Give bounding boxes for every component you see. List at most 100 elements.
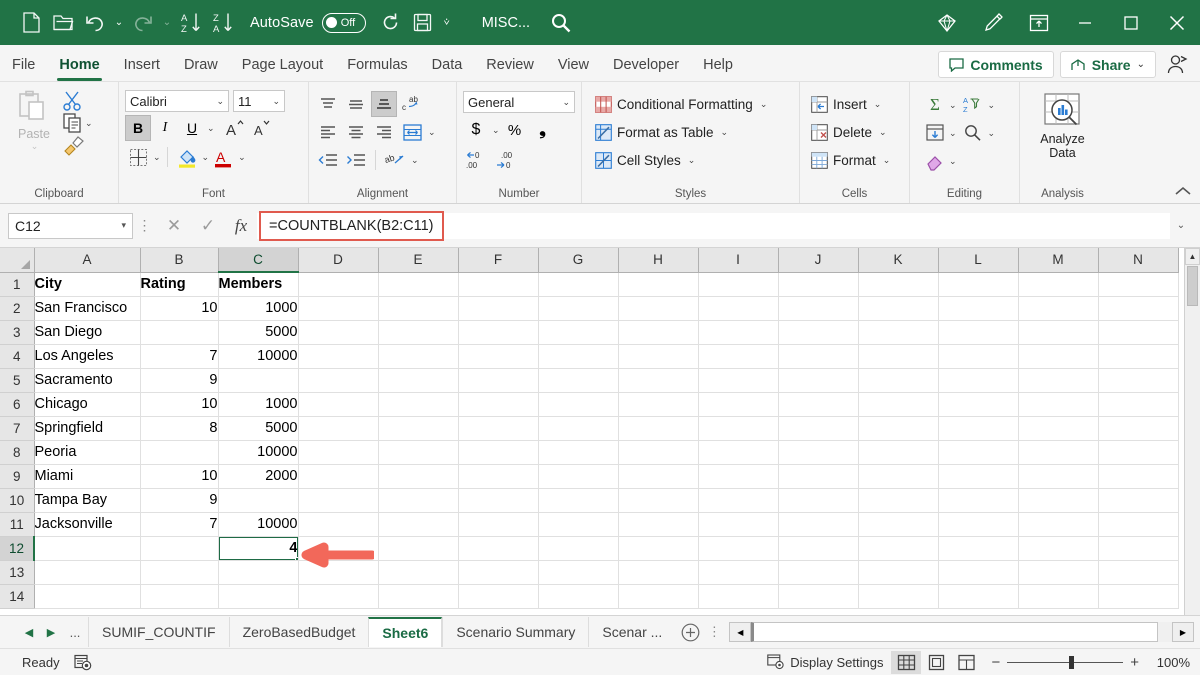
cut-button[interactable] (62, 90, 84, 112)
save-icon[interactable] (408, 8, 438, 38)
cell-M13[interactable] (1018, 560, 1099, 585)
cell-H6[interactable] (618, 392, 699, 417)
cell-E6[interactable] (378, 392, 459, 417)
cell-E12[interactable] (378, 536, 459, 561)
cell-N5[interactable] (1098, 368, 1179, 393)
collapse-ribbon-icon[interactable] (1174, 185, 1192, 200)
cell-H4[interactable] (618, 344, 699, 369)
cell-L10[interactable] (938, 488, 1019, 513)
column-header-E[interactable]: E (378, 248, 459, 273)
fill-caret-icon[interactable]: ⌄ (949, 128, 957, 139)
tab-review[interactable]: Review (474, 48, 546, 81)
cell-N10[interactable] (1098, 488, 1179, 513)
cell-N3[interactable] (1098, 320, 1179, 345)
horizontal-scrollbar[interactable]: ◀ ▶ (723, 622, 1200, 642)
cell-D14[interactable] (298, 584, 379, 609)
new-file-icon[interactable] (16, 8, 46, 38)
scroll-right-icon[interactable]: ▶ (1172, 622, 1194, 642)
cell-A12[interactable] (34, 536, 141, 561)
cell-E1[interactable] (378, 272, 459, 297)
cell-A1[interactable]: City (34, 272, 141, 297)
pen-icon[interactable] (970, 0, 1016, 45)
cell-L11[interactable] (938, 512, 1019, 537)
column-header-K[interactable]: K (858, 248, 939, 273)
cell-K8[interactable] (858, 440, 939, 465)
cell-I8[interactable] (698, 440, 779, 465)
column-header-B[interactable]: B (140, 248, 219, 273)
tab-developer[interactable]: Developer (601, 48, 691, 81)
cell-G1[interactable] (538, 272, 619, 297)
sort-filter-button[interactable]: AZ (961, 92, 987, 118)
cell-K12[interactable] (858, 536, 939, 561)
customize-quick-access-icon[interactable]: ⩒ (440, 9, 454, 37)
align-top-button[interactable] (315, 91, 341, 117)
cancel-x-icon[interactable]: ✕ (157, 213, 191, 239)
cell-E7[interactable] (378, 416, 459, 441)
column-header-L[interactable]: L (938, 248, 1019, 273)
paste-caret-icon[interactable]: ⌄ (31, 141, 39, 152)
open-folder-icon[interactable] (48, 8, 78, 38)
decrease-indent-button[interactable] (315, 147, 341, 173)
tab-page-layout[interactable]: Page Layout (230, 48, 335, 81)
cell-B12[interactable] (140, 536, 219, 561)
cell-L2[interactable] (938, 296, 1019, 321)
clear-caret-icon[interactable]: ⌄ (949, 156, 957, 167)
cell-B14[interactable] (140, 584, 219, 609)
currency-button[interactable]: $ (463, 117, 489, 143)
confirm-check-icon[interactable]: ✓ (191, 213, 225, 239)
cell-H11[interactable] (618, 512, 699, 537)
cell-C5[interactable] (218, 368, 299, 393)
cell-C4[interactable]: 10000 (218, 344, 299, 369)
column-header-J[interactable]: J (778, 248, 859, 273)
align-right-button[interactable] (371, 119, 397, 145)
cell-F14[interactable] (458, 584, 539, 609)
tab-file[interactable]: File (0, 48, 47, 81)
cell-L6[interactable] (938, 392, 1019, 417)
cell-M12[interactable] (1018, 536, 1099, 561)
cell-L4[interactable] (938, 344, 1019, 369)
search-icon[interactable] (550, 12, 572, 34)
cell-H8[interactable] (618, 440, 699, 465)
cell-A10[interactable]: Tampa Bay (34, 488, 141, 513)
column-header-A[interactable]: A (34, 248, 141, 273)
sheet-tab-zerobasedbudget[interactable]: ZeroBasedBudget (228, 617, 369, 647)
cell-F1[interactable] (458, 272, 539, 297)
zoom-level[interactable]: 100% (1146, 655, 1190, 670)
underline-caret-icon[interactable]: ⌄ (207, 123, 215, 134)
maximize-icon[interactable] (1108, 0, 1154, 45)
cell-C10[interactable] (218, 488, 299, 513)
cell-L13[interactable] (938, 560, 1019, 585)
cell-M4[interactable] (1018, 344, 1099, 369)
fill-handle[interactable] (294, 556, 297, 559)
cell-G9[interactable] (538, 464, 619, 489)
zoom-slider[interactable] (1007, 655, 1124, 669)
cell-H2[interactable] (618, 296, 699, 321)
cell-F9[interactable] (458, 464, 539, 489)
cell-J2[interactable] (778, 296, 859, 321)
cell-H1[interactable] (618, 272, 699, 297)
cell-F13[interactable] (458, 560, 539, 585)
cell-A6[interactable]: Chicago (34, 392, 141, 417)
cell-G7[interactable] (538, 416, 619, 441)
font-name-input[interactable]: Calibri ⌄ (125, 90, 229, 112)
decrease-decimal-button[interactable]: .00 0 (493, 147, 519, 173)
cell-styles-caret-icon[interactable]: ⌄ (688, 155, 696, 166)
cell-M2[interactable] (1018, 296, 1099, 321)
cell-K14[interactable] (858, 584, 939, 609)
comments-button[interactable]: Comments (938, 51, 1054, 78)
cell-A14[interactable] (34, 584, 141, 609)
close-icon[interactable] (1154, 0, 1200, 45)
font-name-caret-icon[interactable]: ⌄ (216, 96, 224, 107)
cell-D7[interactable] (298, 416, 379, 441)
cell-G2[interactable] (538, 296, 619, 321)
page-layout-view-icon[interactable] (921, 651, 951, 674)
paste-button[interactable]: Paste ⌄ (6, 88, 62, 152)
cell-L7[interactable] (938, 416, 1019, 441)
row-header-13[interactable]: 13 (0, 560, 35, 585)
cell-A4[interactable]: Los Angeles (34, 344, 141, 369)
format-cells-caret-icon[interactable]: ⌄ (883, 155, 891, 166)
cell-H14[interactable] (618, 584, 699, 609)
autosave-control[interactable]: AutoSave Off (250, 12, 366, 33)
text-direction-caret-icon[interactable]: ⌄ (411, 155, 419, 166)
cell-J4[interactable] (778, 344, 859, 369)
